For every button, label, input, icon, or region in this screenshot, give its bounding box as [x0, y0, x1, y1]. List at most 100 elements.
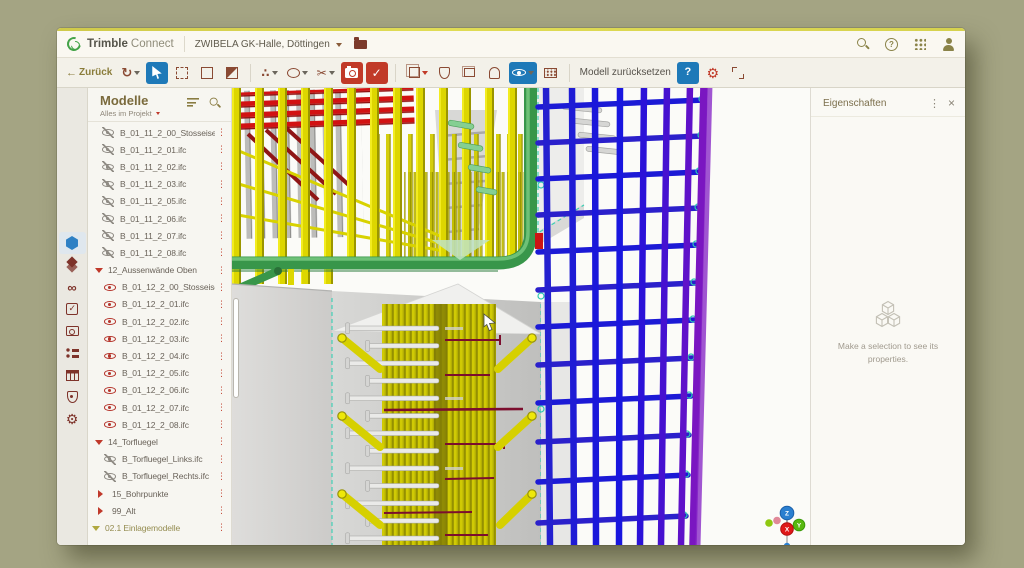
model-item-row[interactable]: B_01_12_2_06.ifc⋮: [88, 382, 231, 399]
item-menu-icon[interactable]: ⋮: [215, 386, 231, 395]
model-group-row[interactable]: 12_Aussenwände Oben⋮: [88, 262, 231, 279]
visibility-off-icon[interactable]: [104, 454, 116, 465]
item-menu-icon[interactable]: ⋮: [215, 162, 231, 171]
model-item-row[interactable]: B_01_11_2_00_Stosseisen.ifc⋮: [88, 124, 231, 141]
item-menu-icon[interactable]: ⋮: [215, 523, 231, 532]
model-group-row[interactable]: 99_Alt⋮: [88, 502, 231, 519]
model-item-row[interactable]: B_01_12_2_01.ifc⋮: [88, 296, 231, 313]
visibility-on-icon[interactable]: [104, 351, 116, 362]
model-group-row[interactable]: 02.1 Einlagemodelle⋮: [88, 519, 231, 536]
item-menu-icon[interactable]: ⋮: [215, 266, 231, 275]
item-menu-icon[interactable]: ⋮: [215, 248, 231, 257]
close-icon[interactable]: ×: [948, 96, 955, 110]
item-menu-icon[interactable]: ⋮: [215, 231, 231, 240]
model-item-row[interactable]: B_01_12_2_00_Stosseisen.ifc⋮: [88, 279, 231, 296]
marquee-select-tool[interactable]: [171, 62, 193, 84]
model-item-row[interactable]: B_01_11_2_08.ifc⋮: [88, 244, 231, 261]
panel-menu-icon[interactable]: ⋮: [921, 97, 948, 110]
help-pin-button[interactable]: ?: [677, 62, 699, 84]
rail-protection[interactable]: [59, 386, 86, 408]
item-menu-icon[interactable]: ⋮: [215, 197, 231, 206]
rail-models[interactable]: [59, 232, 86, 254]
item-menu-icon[interactable]: ⋮: [215, 145, 231, 154]
item-menu-icon[interactable]: ⋮: [215, 506, 231, 515]
visibility-off-icon[interactable]: [102, 144, 114, 155]
visibility-off-icon[interactable]: [102, 161, 114, 172]
item-menu-icon[interactable]: ⋮: [215, 283, 231, 292]
visibility-off-icon[interactable]: [102, 179, 114, 190]
sidebar-scrollbar-thumb[interactable]: [233, 298, 239, 398]
model-item-row[interactable]: B_01_12_2_07.ifc⋮: [88, 399, 231, 416]
ghost-mode-button[interactable]: [484, 62, 506, 84]
visibility-on-icon[interactable]: [104, 333, 116, 344]
views-button[interactable]: [459, 62, 481, 84]
project-scope-selector[interactable]: Alles im Projekt: [100, 109, 223, 118]
caret-right-icon[interactable]: [98, 490, 107, 498]
model-item-row[interactable]: B_01_12_2_04.ifc⋮: [88, 347, 231, 364]
object-visibility-tool[interactable]: [403, 62, 431, 84]
invert-selection-tool[interactable]: [221, 62, 243, 84]
model-3d-viewport[interactable]: Y Z X: [232, 88, 810, 545]
model-group-row[interactable]: 15_Bohrpunkte⋮: [88, 485, 231, 502]
visibility-off-icon[interactable]: [102, 127, 114, 138]
rail-todos[interactable]: [59, 298, 86, 320]
clip-plane-tool[interactable]: ✂: [314, 62, 338, 84]
account-icon[interactable]: [942, 38, 955, 51]
frame-select-tool[interactable]: [196, 62, 218, 84]
visibility-on-icon[interactable]: [104, 368, 116, 379]
model-item-row[interactable]: B_01_12_2_02.ifc⋮: [88, 313, 231, 330]
item-menu-icon[interactable]: ⋮: [215, 420, 231, 429]
model-item-row[interactable]: B_01_12_2_03.ifc⋮: [88, 330, 231, 347]
model-item-row[interactable]: B_Torfluegel_Links.ifc⋮: [88, 451, 231, 468]
model-item-row[interactable]: B_01_11_2_01.ifc⋮: [88, 141, 231, 158]
visibility-button[interactable]: [509, 62, 537, 84]
caret-down-icon[interactable]: [95, 440, 103, 449]
visibility-on-icon[interactable]: [104, 282, 116, 293]
rail-tables[interactable]: [59, 364, 86, 386]
select-tool[interactable]: [146, 62, 168, 84]
protect-tool[interactable]: [434, 62, 456, 84]
folder-icon[interactable]: [354, 40, 367, 49]
item-menu-icon[interactable]: ⋮: [215, 369, 231, 378]
fullscreen-button[interactable]: [727, 62, 749, 84]
visibility-off-icon[interactable]: [102, 196, 114, 207]
visibility-off-icon[interactable]: [102, 247, 114, 258]
measure-tool[interactable]: ∴: [258, 62, 280, 84]
item-menu-icon[interactable]: ⋮: [215, 128, 231, 137]
chevron-down-icon[interactable]: [336, 43, 342, 50]
caret-right-icon[interactable]: [98, 507, 107, 515]
item-menu-icon[interactable]: ⋮: [215, 300, 231, 309]
settings-button[interactable]: ⚙: [702, 62, 724, 84]
caret-down-icon[interactable]: [92, 526, 100, 535]
item-menu-icon[interactable]: ⋮: [215, 489, 231, 498]
model-item-row[interactable]: B_01_12_2_05.ifc⋮: [88, 365, 231, 382]
snapshot-button[interactable]: [341, 62, 363, 84]
search-icon[interactable]: [857, 38, 869, 50]
back-button[interactable]: ←Zurück: [63, 62, 115, 84]
model-item-row[interactable]: B_01_11_2_03.ifc⋮: [88, 176, 231, 193]
todo-button[interactable]: ✓: [366, 62, 388, 84]
rail-links[interactable]: ∞: [59, 276, 86, 298]
sort-icon[interactable]: [187, 97, 199, 107]
item-menu-icon[interactable]: ⋮: [215, 317, 231, 326]
visibility-on-icon[interactable]: [104, 419, 116, 430]
item-menu-icon[interactable]: ⋮: [215, 334, 231, 343]
model-item-row[interactable]: B_01_12_2_08.ifc⋮: [88, 416, 231, 433]
item-menu-icon[interactable]: ⋮: [215, 403, 231, 412]
reset-model-button[interactable]: Modell zurücksetzen: [577, 62, 674, 84]
visibility-on-icon[interactable]: [104, 316, 116, 327]
item-menu-icon[interactable]: ⋮: [215, 352, 231, 361]
visibility-off-icon[interactable]: [104, 471, 116, 482]
model-item-row[interactable]: B_01_11_2_05.ifc⋮: [88, 193, 231, 210]
visibility-off-icon[interactable]: [102, 230, 114, 241]
model-item-row[interactable]: B_01_11_2_02.ifc⋮: [88, 158, 231, 175]
rail-hierarchy[interactable]: [59, 342, 86, 364]
item-menu-icon[interactable]: ⋮: [215, 180, 231, 189]
visibility-on-icon[interactable]: [104, 385, 116, 396]
model-item-row[interactable]: B_01_11_2_07.ifc⋮: [88, 227, 231, 244]
item-menu-icon[interactable]: ⋮: [215, 437, 231, 446]
visibility-off-icon[interactable]: [102, 213, 114, 224]
orbit-tool[interactable]: ↻: [118, 62, 143, 84]
markup-tool[interactable]: [284, 62, 311, 84]
item-menu-icon[interactable]: ⋮: [215, 214, 231, 223]
